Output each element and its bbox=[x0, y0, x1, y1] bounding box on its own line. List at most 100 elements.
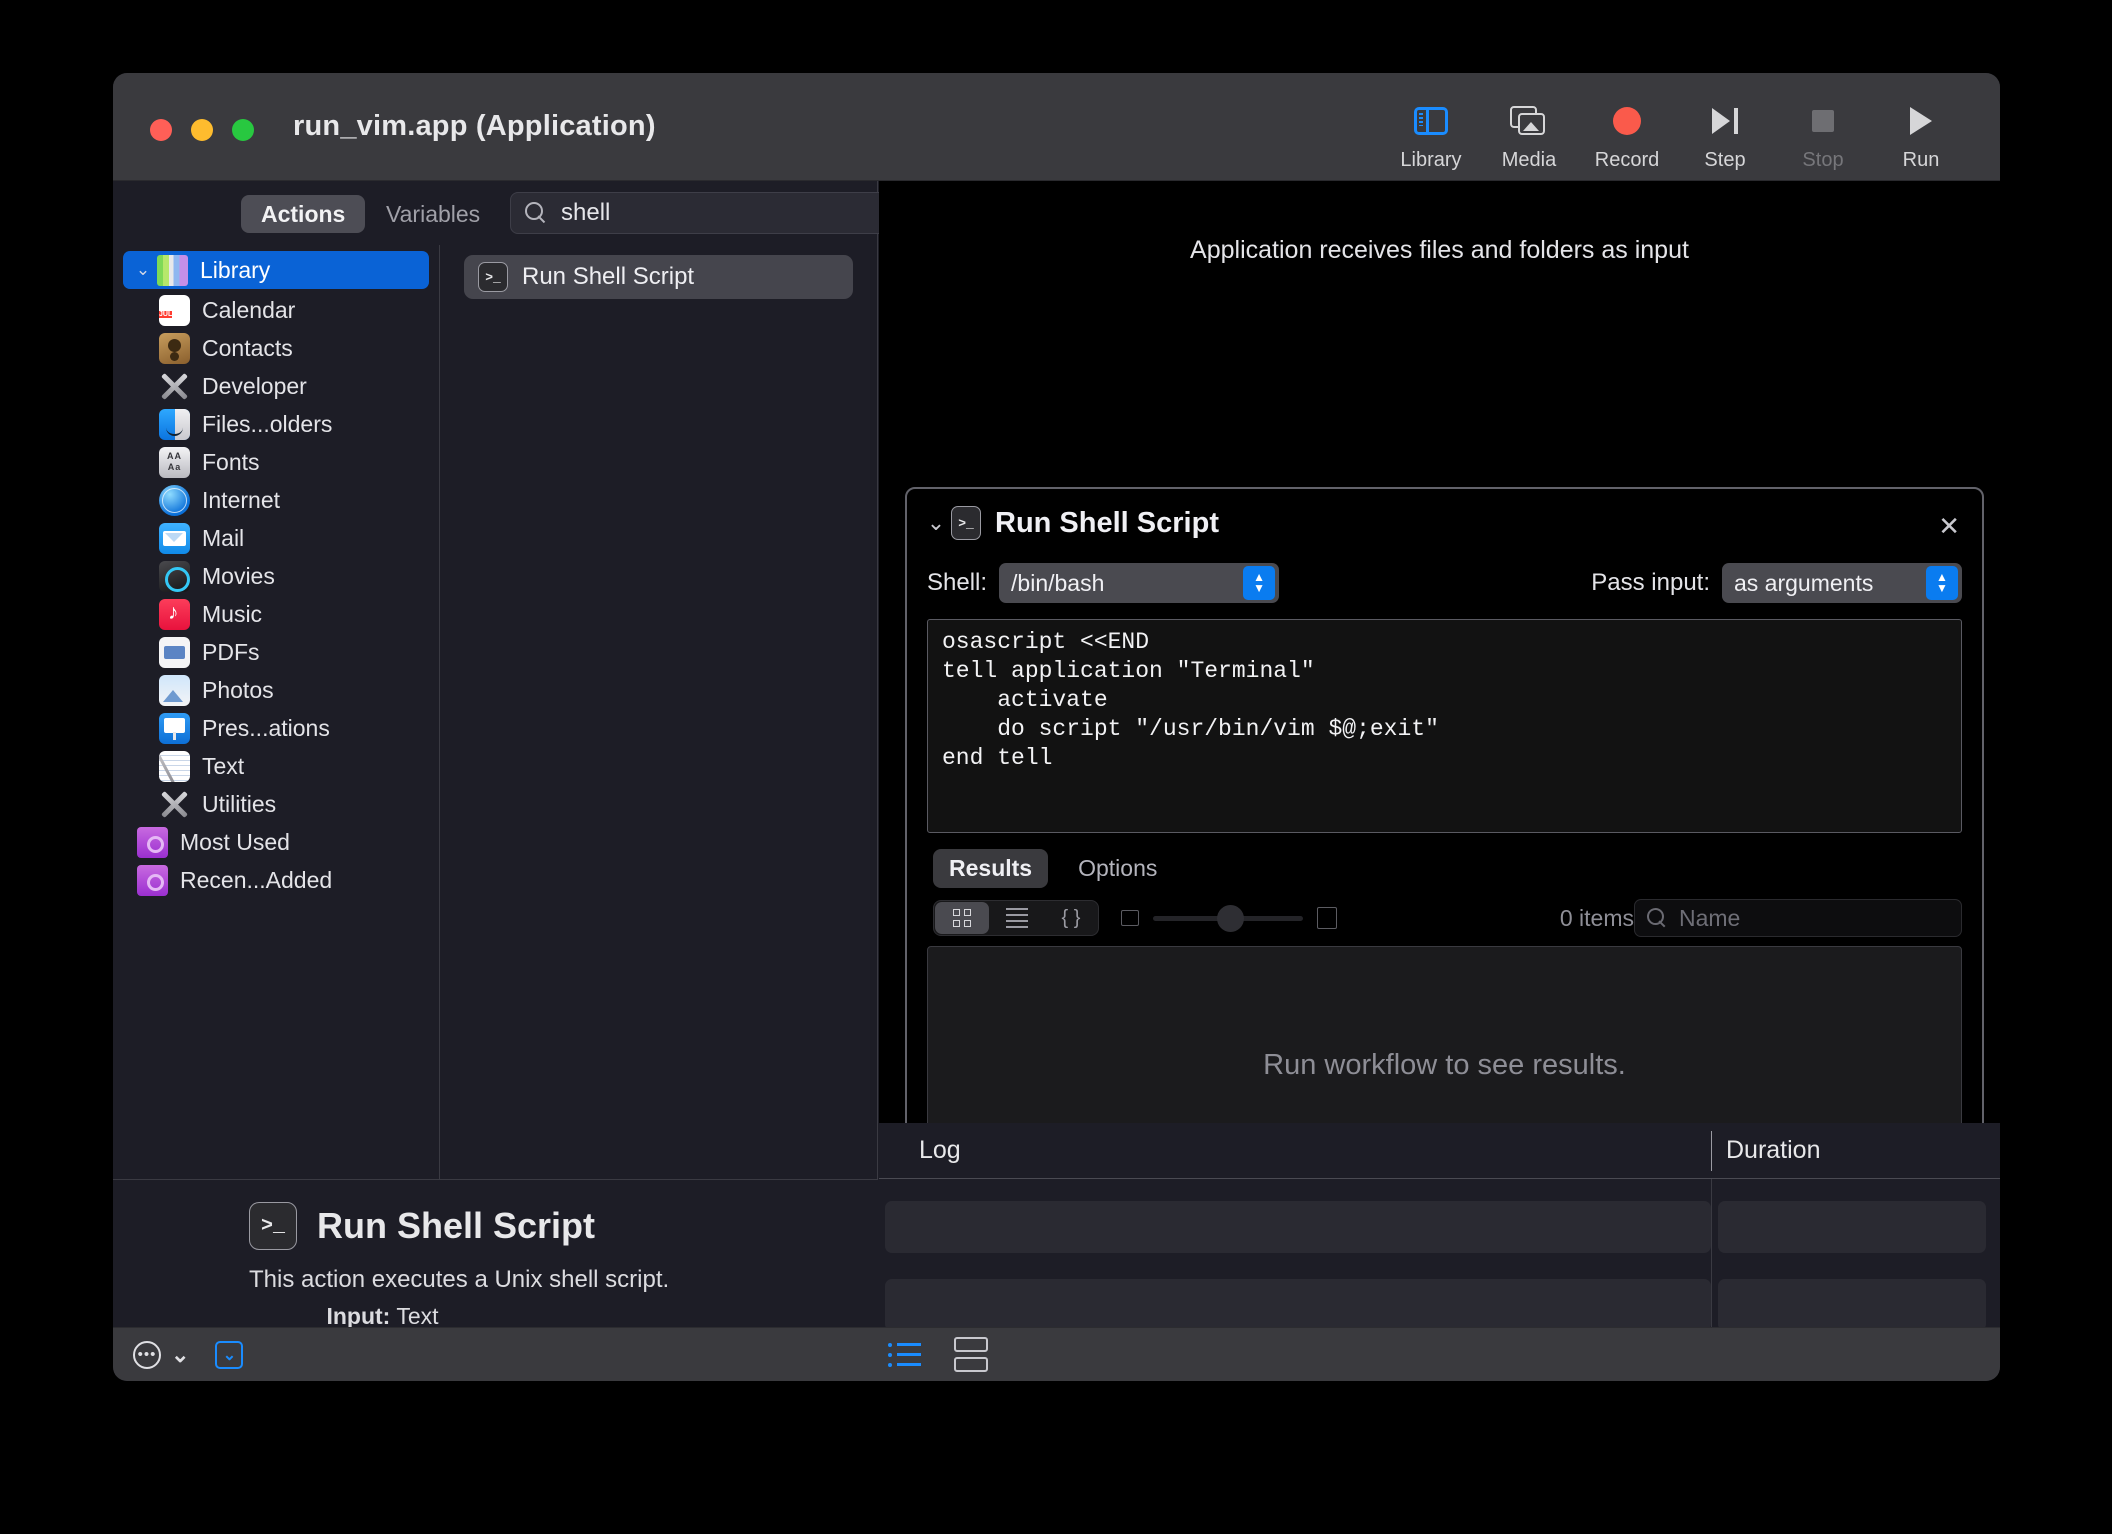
maximize-window-button[interactable] bbox=[232, 119, 254, 141]
action-info-input-key: Input: bbox=[326, 1303, 390, 1329]
toolbar-step-button[interactable]: Step bbox=[1676, 87, 1774, 172]
music-icon bbox=[159, 599, 190, 630]
step-icon bbox=[1712, 101, 1738, 141]
table-cell-log bbox=[885, 1201, 1711, 1253]
table-cell-log bbox=[885, 1279, 1711, 1331]
table-row[interactable] bbox=[885, 1279, 1994, 1331]
status-bar-left-group: ••• ⌄ ⌄ bbox=[113, 1341, 243, 1369]
log-table-header: Log Duration bbox=[879, 1123, 2000, 1179]
window-titlebar: run_vim.app (Application) Library Media … bbox=[113, 73, 2000, 181]
large-thumbnail-icon bbox=[1317, 907, 1337, 929]
sidebar-item-internet[interactable]: Internet bbox=[113, 481, 439, 519]
shell-select[interactable]: /bin/bash ▲▼ bbox=[999, 563, 1279, 603]
terminal-icon: >_ bbox=[951, 506, 981, 540]
toolbar-stop-label: Stop bbox=[1802, 149, 1843, 172]
window-title: run_vim.app (Application) bbox=[293, 110, 656, 143]
sidebar-item-utilities[interactable]: Utilities bbox=[113, 785, 439, 823]
sidebar-item-label: Utilities bbox=[202, 791, 276, 818]
code-view-icon[interactable]: { } bbox=[1044, 902, 1098, 934]
sidebar-item-files-and-folders[interactable]: Files...olders bbox=[113, 405, 439, 443]
chevron-updown-icon[interactable]: ▲▼ bbox=[1926, 566, 1958, 600]
results-toolbar: { } 0 items Name bbox=[907, 888, 1982, 936]
sidebar-item-label: Files...olders bbox=[202, 411, 332, 438]
results-name-search-field[interactable]: Name bbox=[1634, 899, 1962, 937]
more-options-icon[interactable]: ••• bbox=[133, 1341, 161, 1369]
sidebar-item-text[interactable]: Text bbox=[113, 747, 439, 785]
pass-input-group: Pass input: as arguments ▲▼ bbox=[1591, 563, 1962, 603]
keynote-icon bbox=[159, 713, 190, 744]
close-icon[interactable]: ✕ bbox=[1938, 511, 1960, 542]
collapse-chevron-icon[interactable]: ⌄ bbox=[921, 510, 951, 536]
sidebar-item-contacts[interactable]: Contacts bbox=[113, 329, 439, 367]
close-window-button[interactable] bbox=[150, 119, 172, 141]
sidebar-item-developer[interactable]: Developer bbox=[113, 367, 439, 405]
sidebar-item-movies[interactable]: Movies bbox=[113, 557, 439, 595]
toolbar-record-button[interactable]: Record bbox=[1578, 87, 1676, 172]
chevron-down-icon[interactable]: ⌄ bbox=[171, 1342, 189, 1368]
sidebar-item-presentations[interactable]: Pres...ations bbox=[113, 709, 439, 747]
sidebar-item-photos[interactable]: Photos bbox=[113, 671, 439, 709]
sidebar-item-label: Calendar bbox=[202, 297, 295, 324]
show-hide-panel-icon[interactable]: ⌄ bbox=[215, 1341, 243, 1369]
record-icon bbox=[1613, 101, 1641, 141]
chevron-down-icon[interactable]: ⌄ bbox=[131, 260, 155, 280]
sidebar-item-pdfs[interactable]: PDFs bbox=[113, 633, 439, 671]
sidebar-item-label: Internet bbox=[202, 487, 280, 514]
search-icon bbox=[1647, 908, 1667, 928]
sidebar-item-mail[interactable]: Mail bbox=[113, 519, 439, 557]
toolbar-library-button[interactable]: Library bbox=[1382, 87, 1480, 172]
column-header-duration[interactable]: Duration bbox=[1726, 1136, 1821, 1165]
sidebar-item-fonts[interactable]: AAAa Fonts bbox=[113, 443, 439, 481]
sidebar-item-music[interactable]: Music bbox=[113, 595, 439, 633]
library-action-list: >_ Run Shell Script bbox=[440, 245, 877, 1327]
table-cell-duration bbox=[1718, 1279, 1986, 1331]
minimize-window-button[interactable] bbox=[191, 119, 213, 141]
search-icon bbox=[525, 202, 547, 224]
toolbar-library-label: Library bbox=[1400, 149, 1461, 172]
tab-options[interactable]: Options bbox=[1062, 849, 1173, 888]
script-editor[interactable]: osascript <<END tell application "Termin… bbox=[927, 619, 1962, 833]
slider-track[interactable] bbox=[1153, 916, 1303, 921]
pdf-icon bbox=[159, 637, 190, 668]
list-view-icon[interactable] bbox=[990, 902, 1044, 934]
thumbnail-size-slider[interactable] bbox=[1121, 907, 1337, 929]
tab-results[interactable]: Results bbox=[933, 849, 1048, 888]
status-bar-right-group bbox=[888, 1337, 988, 1372]
table-cell-duration bbox=[1718, 1201, 1986, 1253]
library-category-tree: ⌄ Library JUL 17 Calendar Contacts bbox=[113, 245, 440, 1327]
tab-variables[interactable]: Variables bbox=[366, 195, 500, 233]
pass-input-label: Pass input: bbox=[1591, 569, 1710, 597]
column-divider[interactable] bbox=[1711, 1131, 1712, 1171]
toolbar-run-button[interactable]: Run bbox=[1872, 87, 1970, 172]
books-icon bbox=[157, 255, 188, 286]
photos-icon bbox=[159, 675, 190, 706]
pass-input-select[interactable]: as arguments ▲▼ bbox=[1722, 563, 1962, 603]
sidebar-item-most-used[interactable]: Most Used bbox=[113, 823, 439, 861]
slider-knob[interactable] bbox=[1217, 905, 1244, 932]
workflow-input-banner: Application receives files and folders a… bbox=[879, 181, 2000, 319]
tab-actions[interactable]: Actions bbox=[241, 195, 365, 233]
terminal-icon: >_ bbox=[478, 262, 508, 292]
text-icon bbox=[159, 751, 190, 782]
action-name: Run Shell Script bbox=[522, 263, 694, 291]
sidebar-item-recently-added[interactable]: Recen...Added bbox=[113, 861, 439, 899]
smart-folder-icon bbox=[137, 865, 168, 896]
toolbar-step-label: Step bbox=[1704, 149, 1745, 172]
list-item[interactable]: >_ Run Shell Script bbox=[464, 255, 853, 299]
contacts-icon bbox=[159, 333, 190, 364]
table-row[interactable] bbox=[885, 1201, 1994, 1253]
sidebar-item-label: Mail bbox=[202, 525, 244, 552]
column-header-log[interactable]: Log bbox=[919, 1136, 961, 1165]
toolbar-media-button[interactable]: Media bbox=[1480, 87, 1578, 172]
status-bar: ••• ⌄ ⌄ bbox=[113, 1327, 2000, 1381]
sidebar-item-library[interactable]: ⌄ Library bbox=[123, 251, 429, 289]
toolbar-run-label: Run bbox=[1903, 149, 1940, 172]
calendar-month: JUL bbox=[159, 311, 172, 318]
split-view-icon[interactable] bbox=[954, 1337, 988, 1372]
chevron-updown-icon[interactable]: ▲▼ bbox=[1243, 566, 1275, 600]
items-count-label: 0 items bbox=[1560, 905, 1634, 932]
log-list-icon[interactable] bbox=[888, 1343, 922, 1367]
action-info-title: Run Shell Script bbox=[317, 1205, 595, 1247]
grid-view-icon[interactable] bbox=[935, 902, 989, 934]
sidebar-item-calendar[interactable]: JUL 17 Calendar bbox=[113, 291, 439, 329]
